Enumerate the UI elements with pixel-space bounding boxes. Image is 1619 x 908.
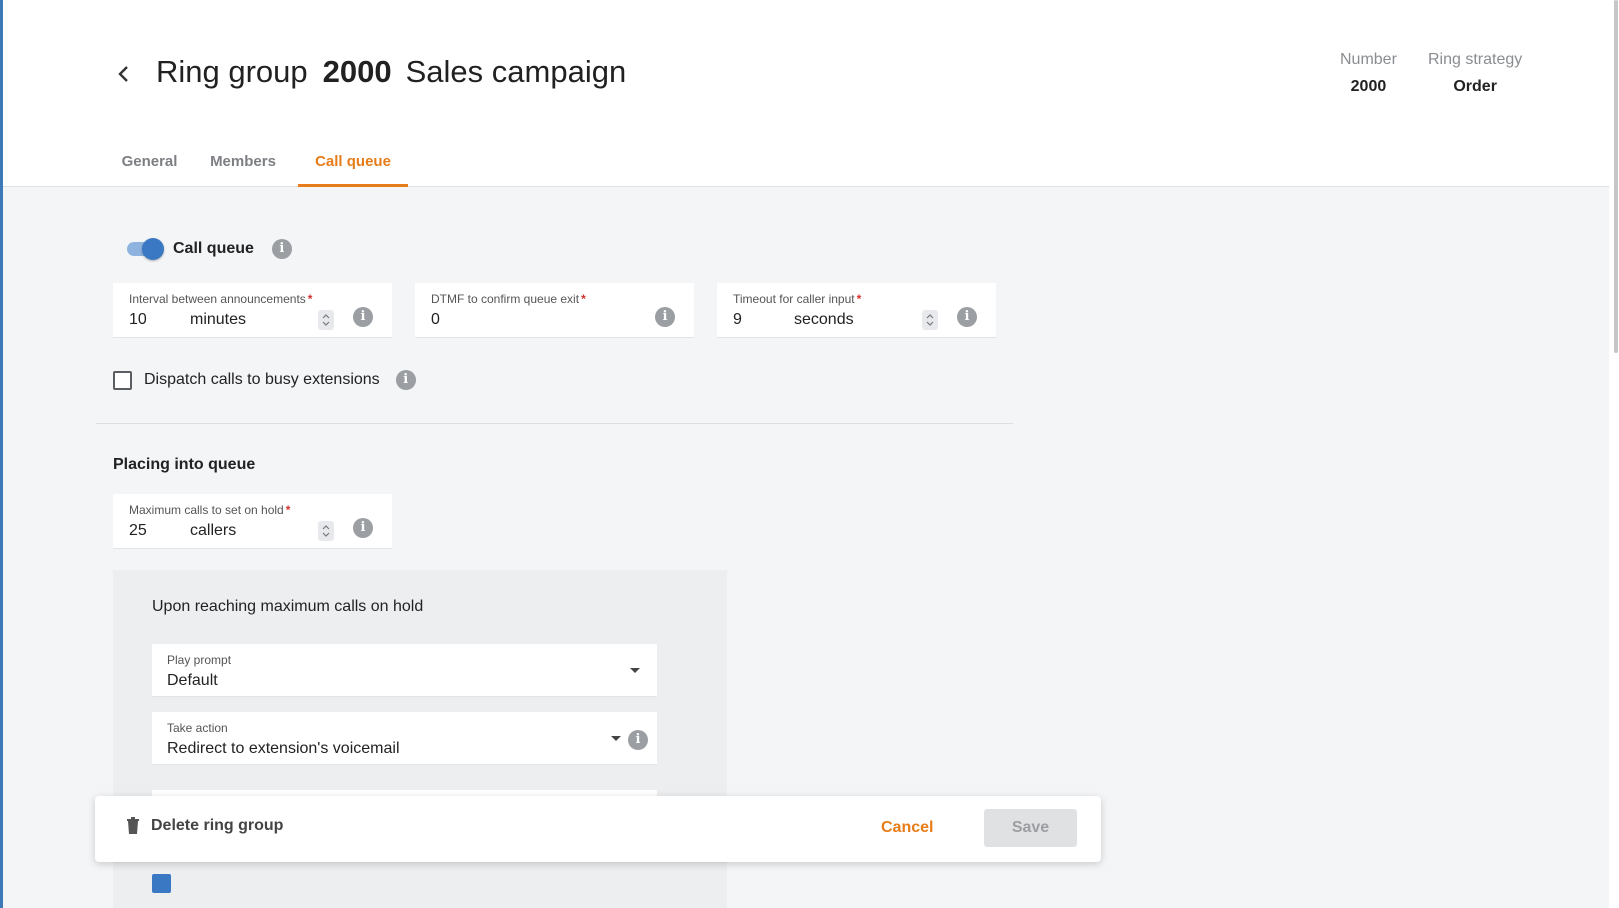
stepper-icon — [322, 525, 330, 537]
dispatch-busy-label[interactable]: Dispatch calls to busy extensions — [144, 371, 380, 389]
dtmf-label-text: DTMF to confirm queue exit — [431, 292, 580, 306]
max-calls-stepper[interactable] — [318, 521, 334, 541]
required-mark: * — [856, 292, 862, 306]
take-action-value: Redirect to extension's voicemail — [167, 740, 400, 757]
tab-general[interactable]: General — [108, 143, 191, 187]
info-icon[interactable]: i — [353, 307, 373, 327]
take-action-label: Take action — [167, 721, 228, 735]
page-scrollbar[interactable] — [1609, 0, 1619, 908]
dtmf-value: 0 — [431, 311, 440, 328]
timeout-label-text: Timeout for caller input — [733, 292, 855, 306]
tab-call-queue[interactable]: Call queue — [298, 143, 408, 187]
play-prompt-select[interactable]: Play prompt Default — [152, 644, 657, 697]
interval-value: 10 — [129, 311, 147, 328]
play-prompt-label: Play prompt — [167, 653, 232, 667]
take-action-select[interactable]: Take action Redirect to extension's voic… — [152, 712, 657, 765]
field-label: DTMF to confirm queue exit * — [431, 292, 586, 306]
interval-stepper[interactable] — [318, 310, 334, 330]
delete-ring-group-button[interactable]: Delete ring group — [125, 817, 283, 835]
placing-into-queue-heading: Placing into queue — [113, 456, 256, 473]
toggle-knob — [142, 238, 164, 260]
page-title: Ring group 2000 Sales campaign — [156, 54, 626, 90]
back-button[interactable] — [111, 58, 139, 90]
timeout-caller-input-field[interactable]: Timeout for caller input * 9 seconds i — [717, 283, 996, 338]
section-divider — [96, 423, 1013, 424]
call-queue-toggle-label: Call queue — [173, 240, 254, 257]
max-calls-label-text: Maximum calls to set on hold — [129, 503, 284, 517]
timeout-unit: seconds — [794, 311, 854, 328]
call-queue-toggle[interactable] — [125, 238, 164, 260]
tab-members[interactable]: Members — [194, 143, 292, 187]
timeout-stepper[interactable] — [922, 310, 938, 330]
save-button[interactable]: Save — [984, 809, 1077, 847]
info-icon[interactable]: i — [271, 239, 292, 259]
info-icon[interactable]: i — [628, 730, 648, 750]
delete-ring-group-label: Delete ring group — [151, 817, 284, 834]
dispatch-busy-row: Dispatch calls to busy extensions i — [113, 370, 416, 390]
partial-checkbox[interactable] — [152, 874, 171, 893]
max-calls-unit: callers — [190, 522, 237, 539]
chevron-left-icon — [118, 66, 128, 82]
required-mark: * — [581, 292, 586, 306]
meta-ring-strategy: Ring strategy Order — [1428, 51, 1522, 96]
stepper-icon — [926, 314, 934, 326]
max-calls-value: 25 — [129, 522, 147, 539]
timeout-value: 9 — [733, 311, 742, 328]
page-header: Ring group 2000 Sales campaign Number 2000… — [3, 0, 1609, 187]
cancel-button[interactable]: Cancel — [881, 819, 933, 837]
stepper-icon — [322, 314, 330, 326]
meta-number: Number 2000 — [1340, 51, 1397, 96]
meta-number-value: 2000 — [1350, 78, 1387, 95]
caret-down-icon — [611, 736, 621, 741]
dispatch-busy-checkbox[interactable] — [113, 370, 132, 390]
interval-unit: minutes — [190, 311, 247, 328]
field-label: Interval between announcements * — [129, 292, 312, 306]
play-prompt-value: Default — [167, 672, 218, 689]
meta-ring-strategy-value: Order — [1453, 78, 1497, 95]
scrollbar-thumb[interactable] — [1614, 0, 1618, 353]
app-root: Ring group 2000 Sales campaign Number 2000… — [0, 0, 1619, 908]
max-calls-hold-field[interactable]: Maximum calls to set on hold * 25 callers… — [113, 494, 392, 549]
info-icon[interactable]: i — [353, 518, 373, 538]
meta-ring-strategy-label: Ring strategy — [1428, 51, 1523, 68]
max-reached-title: Upon reaching maximum calls on hold — [152, 598, 424, 615]
trash-icon — [127, 817, 139, 834]
title-prefix: Ring group — [156, 54, 308, 89]
title-name: Sales campaign — [405, 54, 627, 89]
dtmf-queue-exit-field[interactable]: DTMF to confirm queue exit * 0 i — [415, 283, 694, 338]
meta-number-label: Number — [1340, 51, 1397, 68]
info-icon[interactable]: i — [957, 307, 977, 327]
interval-label-text: Interval between announcements — [129, 292, 306, 306]
title-number: 2000 — [322, 54, 392, 89]
field-label: Timeout for caller input * — [733, 292, 861, 306]
tab-bar: General Members Call queue — [108, 143, 408, 187]
required-mark: * — [285, 503, 291, 517]
info-icon[interactable]: i — [395, 370, 416, 390]
field-label: Maximum calls to set on hold * — [129, 503, 290, 517]
info-icon[interactable]: i — [655, 307, 675, 327]
action-footer: Delete ring group Cancel Save — [95, 796, 1101, 862]
call-queue-toggle-row: Call queue i — [125, 238, 292, 260]
required-mark: * — [307, 292, 313, 306]
caret-down-icon — [630, 668, 640, 673]
interval-announcements-field[interactable]: Interval between announcements * 10 minut… — [113, 283, 392, 338]
